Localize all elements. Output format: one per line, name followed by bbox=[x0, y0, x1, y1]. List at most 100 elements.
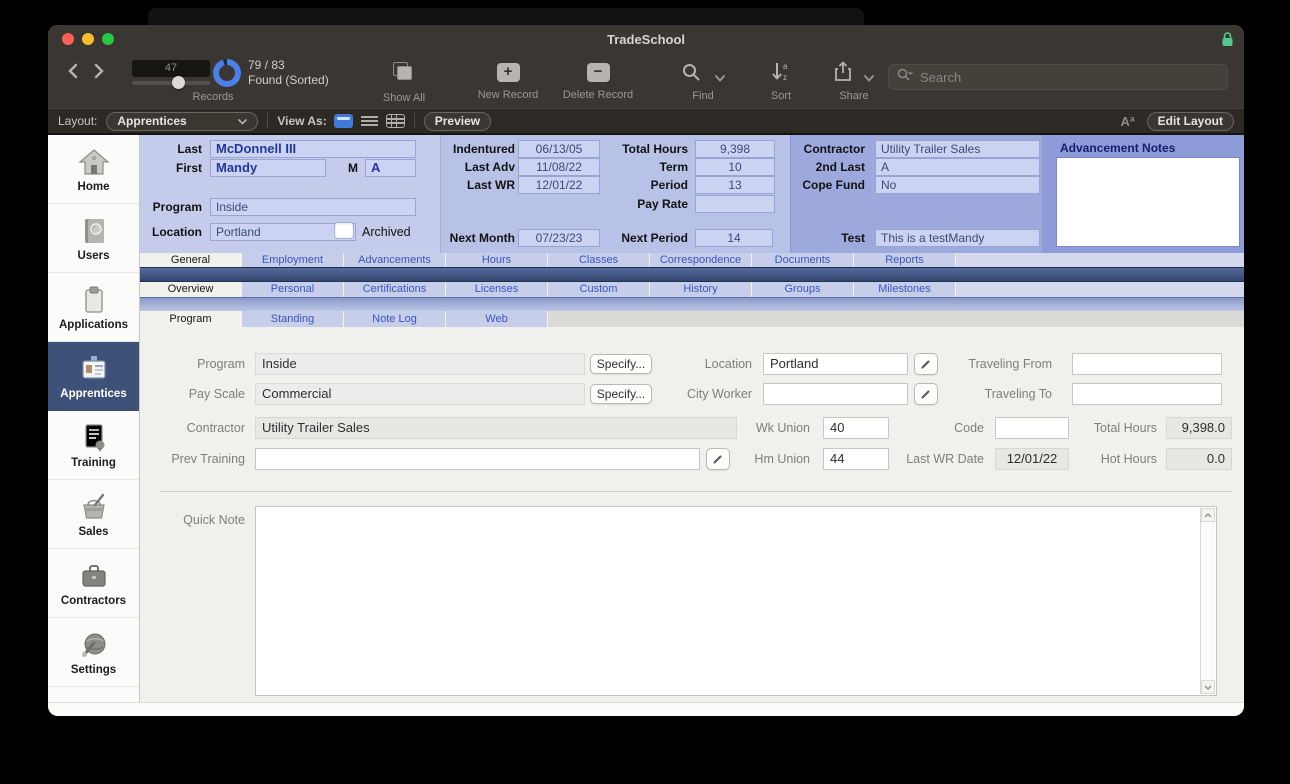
prev-training-edit-button[interactable] bbox=[706, 448, 730, 470]
last-wr-field[interactable]: 12/01/22 bbox=[518, 176, 600, 194]
tab-row-subsections: Program Standing Note Log Web bbox=[140, 311, 1244, 327]
tab-groups[interactable]: Groups bbox=[752, 282, 854, 297]
scroll-down-button[interactable] bbox=[1201, 680, 1215, 694]
search-input[interactable] bbox=[918, 69, 1219, 86]
divider bbox=[267, 113, 268, 129]
current-record-number[interactable]: 47 bbox=[132, 60, 210, 77]
tab-history[interactable]: History bbox=[650, 282, 752, 297]
tab-licenses[interactable]: Licenses bbox=[446, 282, 548, 297]
contractor-field[interactable]: Utility Trailer Sales bbox=[255, 417, 737, 439]
middle-initial-field[interactable]: A bbox=[365, 159, 416, 177]
tab-documents[interactable]: Documents bbox=[752, 253, 854, 267]
location-label: Location bbox=[140, 223, 202, 241]
location-edit-button[interactable] bbox=[914, 353, 938, 375]
layout-dropdown[interactable]: Apprentices bbox=[106, 112, 258, 131]
table-view-button[interactable] bbox=[386, 114, 405, 128]
sidebar-item-settings[interactable]: Settings bbox=[48, 618, 139, 687]
tab-reports[interactable]: Reports bbox=[854, 253, 956, 267]
edit-layout-button[interactable]: Edit Layout bbox=[1147, 112, 1234, 131]
contractor-field[interactable]: Utility Trailer Sales bbox=[875, 140, 1040, 158]
tab-correspondence[interactable]: Correspondence bbox=[650, 253, 752, 267]
archived-checkbox[interactable] bbox=[334, 222, 354, 239]
second-last-field[interactable]: A bbox=[875, 158, 1040, 176]
form-view-button[interactable] bbox=[334, 114, 353, 128]
search-icon bbox=[897, 68, 913, 86]
sidebar-item-sales[interactable]: Sales bbox=[48, 480, 139, 549]
program-specify-button[interactable]: Specify... bbox=[590, 354, 652, 374]
sidebar-item-users[interactable]: @ Users bbox=[48, 204, 139, 273]
tab-custom[interactable]: Custom bbox=[548, 282, 650, 297]
test-field[interactable]: This is a testMandy bbox=[875, 229, 1040, 247]
tab-employment[interactable]: Employment bbox=[242, 253, 344, 267]
program-field[interactable]: Inside bbox=[210, 198, 416, 216]
tab-advancements[interactable]: Advancements bbox=[344, 253, 446, 267]
code-field[interactable] bbox=[995, 417, 1069, 439]
pay-scale-label: Pay Scale bbox=[160, 383, 245, 405]
contractor-label: Contractor bbox=[785, 140, 865, 158]
next-period-field[interactable]: 14 bbox=[695, 229, 773, 247]
tab-hours[interactable]: Hours bbox=[446, 253, 548, 267]
list-view-button[interactable] bbox=[360, 114, 379, 128]
tab-program[interactable]: Program bbox=[140, 311, 242, 327]
formatting-bar-icon[interactable]: Aª bbox=[1120, 114, 1134, 129]
tab-personal[interactable]: Personal bbox=[242, 282, 344, 297]
find-button[interactable]: Find bbox=[663, 59, 743, 102]
preview-button[interactable]: Preview bbox=[424, 112, 491, 131]
tab-certifications[interactable]: Certifications bbox=[344, 282, 446, 297]
prev-training-field[interactable] bbox=[255, 448, 700, 470]
cope-fund-field[interactable]: No bbox=[875, 176, 1040, 194]
prev-training-label: Prev Training bbox=[160, 448, 245, 470]
hot-hours-field[interactable]: 0.0 bbox=[1166, 448, 1232, 470]
tab-milestones[interactable]: Milestones bbox=[854, 282, 956, 297]
quick-note-field[interactable] bbox=[255, 506, 1217, 696]
traveling-from-field[interactable] bbox=[1072, 353, 1222, 375]
total-hours-field[interactable]: 9,398.0 bbox=[1166, 417, 1232, 439]
sidebar-item-applications[interactable]: Applications bbox=[48, 273, 139, 342]
tab-general[interactable]: General bbox=[140, 253, 242, 267]
hm-union-field[interactable]: 44 bbox=[823, 448, 889, 470]
pay-scale-field[interactable]: Commercial bbox=[255, 383, 585, 405]
traveling-to-field[interactable] bbox=[1072, 383, 1222, 405]
found-set-pie-icon[interactable] bbox=[213, 59, 241, 87]
scroll-up-button[interactable] bbox=[1201, 508, 1215, 522]
next-month-field[interactable]: 07/23/23 bbox=[518, 229, 600, 247]
record-slider[interactable] bbox=[132, 81, 210, 85]
indentured-field[interactable]: 06/13/05 bbox=[518, 140, 600, 158]
hot-hours-label: Hot Hours bbox=[1070, 448, 1157, 470]
sidebar-item-apprentices[interactable]: Apprentices bbox=[48, 342, 139, 411]
period-field[interactable]: 13 bbox=[695, 176, 775, 194]
wk-union-field[interactable]: 40 bbox=[823, 417, 889, 439]
term-field[interactable]: 10 bbox=[695, 158, 775, 176]
tab-web[interactable]: Web bbox=[446, 311, 548, 327]
magnifier-icon bbox=[681, 62, 701, 82]
tab-classes[interactable]: Classes bbox=[548, 253, 650, 267]
advancement-notes-field[interactable] bbox=[1056, 157, 1240, 247]
next-month-label: Next Month bbox=[435, 229, 515, 247]
tab-overview[interactable]: Overview bbox=[140, 282, 242, 297]
search-field[interactable] bbox=[888, 64, 1228, 90]
city-worker-field[interactable] bbox=[763, 383, 908, 405]
last-adv-field[interactable]: 11/08/22 bbox=[518, 158, 600, 176]
toolbar: 47 79 / 83 Found (Sorted) Records Show A… bbox=[48, 53, 1244, 108]
program-field[interactable]: Inside bbox=[255, 353, 585, 375]
pay-rate-field[interactable] bbox=[695, 195, 775, 213]
record-slider-thumb[interactable] bbox=[172, 76, 185, 89]
last-wr-date-field[interactable]: 12/01/22 bbox=[995, 448, 1069, 470]
next-record-button[interactable] bbox=[94, 63, 104, 84]
first-name-field[interactable]: Mandy bbox=[210, 159, 326, 177]
tab-note-log[interactable]: Note Log bbox=[344, 311, 446, 327]
city-worker-edit-button[interactable] bbox=[914, 383, 938, 405]
sidebar-item-home[interactable]: Home bbox=[48, 135, 139, 204]
tab-standing[interactable]: Standing bbox=[242, 311, 344, 327]
last-name-field[interactable]: McDonnell III bbox=[210, 140, 416, 158]
sidebar-item-training[interactable]: Training bbox=[48, 411, 139, 480]
show-all-button[interactable]: Show All bbox=[366, 59, 442, 104]
delete-record-button[interactable]: − Delete Record bbox=[548, 59, 648, 101]
pay-scale-specify-button[interactable]: Specify... bbox=[590, 384, 652, 404]
sidebar-item-contractors[interactable]: Contractors bbox=[48, 549, 139, 618]
new-record-button[interactable]: + New Record bbox=[463, 59, 553, 101]
quick-note-scrollbar[interactable] bbox=[1200, 508, 1215, 694]
location-field[interactable]: Portland bbox=[763, 353, 908, 375]
previous-record-button[interactable] bbox=[68, 63, 78, 84]
total-hours-field[interactable]: 9,398 bbox=[695, 140, 775, 158]
